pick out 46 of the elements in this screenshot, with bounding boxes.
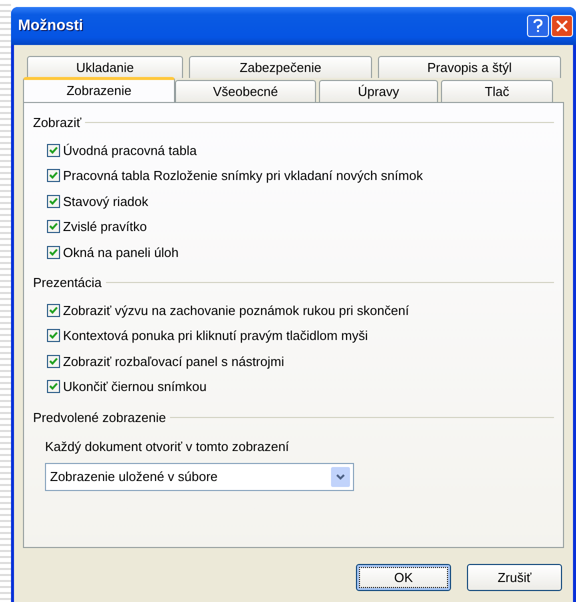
dialog-button[interactable]: OK <box>356 564 451 591</box>
check-icon <box>49 356 58 366</box>
question-mark-icon <box>533 19 543 33</box>
checkbox[interactable] <box>47 220 60 234</box>
check-icon <box>49 382 58 392</box>
check-icon <box>49 196 58 206</box>
check-icon <box>49 171 58 180</box>
checkbox[interactable] <box>47 329 60 342</box>
help-button[interactable] <box>527 15 549 37</box>
close-icon <box>556 20 568 32</box>
tab[interactable]: Zabezpečenie <box>189 56 372 78</box>
group-title: Prezentácia <box>33 274 102 292</box>
tab[interactable]: Pravopis a štýl <box>378 56 561 78</box>
check-icon <box>49 248 58 257</box>
tab[interactable]: Ukladanie <box>27 56 183 78</box>
checkbox-label: Okná na paneli úloh <box>63 244 179 262</box>
checkbox[interactable] <box>47 380 60 394</box>
checkbox[interactable] <box>47 169 60 182</box>
field-label: Každý dokument otvoriť v tomto zobrazení <box>45 438 290 456</box>
group-title: Zobraziť <box>33 114 82 132</box>
dialog-button[interactable]: Zrušiť <box>467 564 562 591</box>
check-icon <box>49 306 58 315</box>
checkbox[interactable] <box>47 246 60 259</box>
tab[interactable]: Všeobecné <box>175 80 316 102</box>
checkbox-label: Ukončiť čiernou snímkou <box>63 378 207 396</box>
tab[interactable]: Zobrazenie <box>23 77 175 102</box>
check-icon <box>49 331 58 340</box>
window-title: Možnosti <box>18 16 84 36</box>
checkbox[interactable] <box>47 354 60 368</box>
view-dropdown[interactable]: Zobrazenie uložené v súbore <box>45 462 354 490</box>
checkbox[interactable] <box>47 144 60 157</box>
check-icon <box>49 222 58 232</box>
close-button[interactable] <box>551 15 573 37</box>
checkbox-label: Zvislé pravítko <box>63 218 147 236</box>
checkbox-label: Kontextová ponuka pri kliknutí pravým tlačidlom myši <box>63 327 368 345</box>
checkbox-label: Zobraziť výzvu na zachovanie poznámok rukou pri skončení <box>63 302 409 320</box>
group-title: Predvolené zobrazenie <box>33 408 166 426</box>
checkbox-label: Pracovná tabla Rozloženie snímky pri vkladaní nových snímok <box>63 167 423 185</box>
checkbox-label: Úvodná pracovná tabla <box>63 142 197 160</box>
tab[interactable]: Úpravy <box>319 80 438 102</box>
checkbox-label: Stavový riadok <box>63 192 148 211</box>
tab[interactable]: Tlač <box>441 80 553 102</box>
checkbox-label: Zobraziť rozbaľovací panel s nástrojmi <box>63 352 284 371</box>
checkbox[interactable] <box>47 304 60 317</box>
check-icon <box>49 146 58 155</box>
checkbox[interactable] <box>47 194 60 208</box>
